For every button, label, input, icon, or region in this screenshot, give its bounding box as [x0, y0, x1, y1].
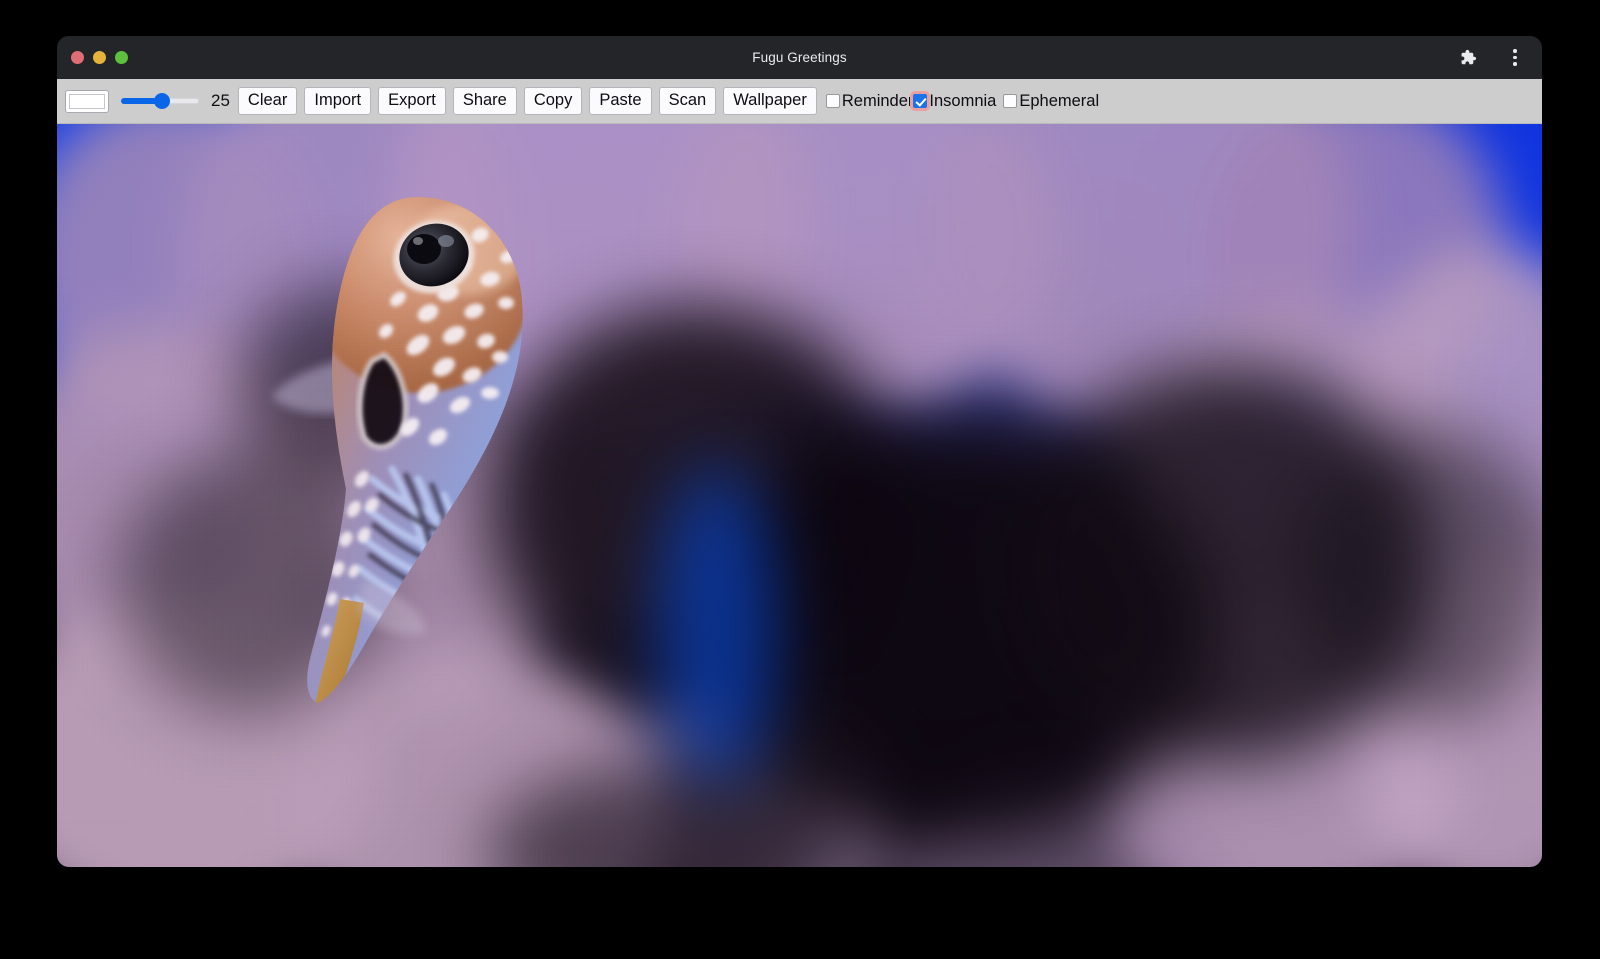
ephemeral-checkbox-label: Ephemeral: [1019, 92, 1099, 111]
wallpaper-button[interactable]: Wallpaper: [723, 87, 817, 115]
screen: Fugu Greetings: [0, 0, 1600, 959]
browser-menu-icon[interactable]: [1502, 45, 1528, 71]
window-controls: [71, 51, 128, 64]
title-bar-actions: [1454, 45, 1528, 71]
clear-button[interactable]: Clear: [238, 87, 297, 115]
reminder-checkbox[interactable]: Reminder: [826, 92, 914, 111]
maximize-window-button[interactable]: [115, 51, 128, 64]
photo-grain-overlay: [57, 124, 1542, 867]
extensions-icon[interactable]: [1454, 45, 1480, 71]
slider-thumb[interactable]: [154, 93, 170, 109]
window-title: Fugu Greetings: [57, 50, 1542, 65]
ephemeral-checkbox-box[interactable]: [1003, 94, 1017, 108]
paste-button[interactable]: Paste: [589, 87, 651, 115]
app-toolbar: 25 Clear Import Export Share Copy Paste …: [57, 79, 1542, 124]
slider-value-label: 25: [211, 91, 230, 111]
share-button[interactable]: Share: [453, 87, 517, 115]
reminder-checkbox-label: Reminder: [842, 92, 914, 111]
toolbar-checkbox-group: Reminder Insomnia Ephemeral: [826, 92, 1099, 111]
export-button[interactable]: Export: [378, 87, 446, 115]
color-swatch-preview: [69, 94, 105, 109]
size-slider-input[interactable]: [121, 93, 199, 109]
drawing-canvas[interactable]: [57, 124, 1542, 867]
scan-button[interactable]: Scan: [659, 87, 717, 115]
browser-window: Fugu Greetings: [57, 36, 1542, 867]
insomnia-checkbox-box[interactable]: [913, 94, 927, 108]
color-picker-input[interactable]: [65, 90, 109, 113]
insomnia-checkbox[interactable]: Insomnia: [913, 92, 1003, 111]
ephemeral-checkbox[interactable]: Ephemeral: [1003, 92, 1099, 111]
import-button[interactable]: Import: [304, 87, 371, 115]
copy-button[interactable]: Copy: [524, 87, 583, 115]
insomnia-checkbox-label: Insomnia: [929, 92, 996, 111]
reminder-checkbox-box[interactable]: [826, 94, 840, 108]
minimize-window-button[interactable]: [93, 51, 106, 64]
kebab-three-dots-icon: [1513, 49, 1517, 66]
close-window-button[interactable]: [71, 51, 84, 64]
window-title-bar: Fugu Greetings: [57, 36, 1542, 79]
